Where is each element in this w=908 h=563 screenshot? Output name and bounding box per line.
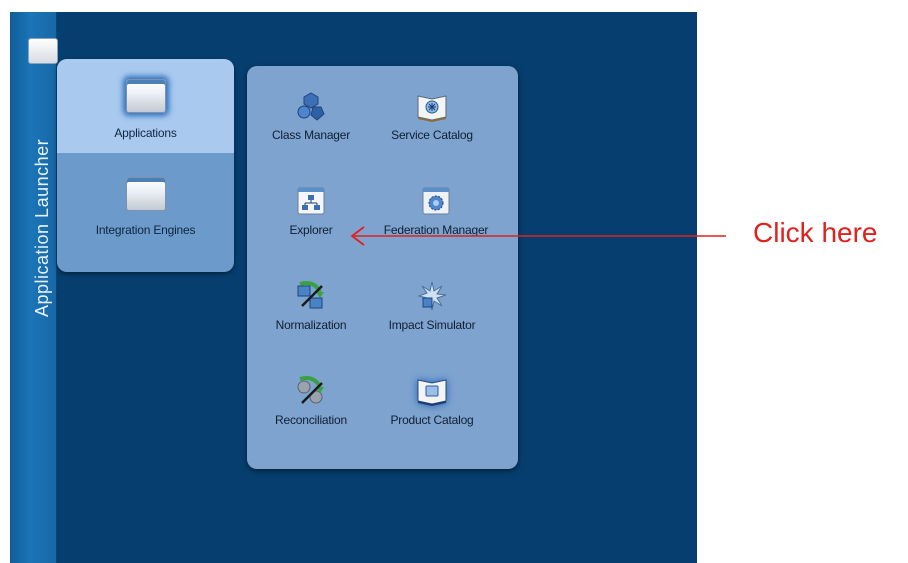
launcher-window-icon[interactable]	[28, 38, 58, 64]
federation-manager-icon	[422, 187, 450, 215]
app-class-manager[interactable]: Class Manager	[256, 90, 366, 142]
category-panel: Applications Integration Engines	[57, 59, 234, 272]
category-label: Applications	[114, 126, 177, 140]
app-label: Product Catalog	[390, 413, 474, 427]
category-label: Integration Engines	[95, 223, 196, 237]
app-product-catalog[interactable]: Product Catalog	[372, 375, 492, 427]
app-impact-simulator[interactable]: Impact Simulator	[372, 280, 492, 332]
reconciliation-icon	[297, 376, 324, 404]
app-service-catalog[interactable]: Service Catalog	[372, 90, 492, 142]
category-integration-engines[interactable]: Integration Engines	[57, 159, 234, 259]
product-catalog-icon	[417, 379, 447, 406]
app-label: Service Catalog	[391, 128, 473, 142]
app-label: Reconciliation	[275, 413, 347, 427]
app-normalization[interactable]: Normalization	[256, 280, 366, 332]
app-label: Normalization	[275, 318, 347, 332]
impact-simulator-icon	[417, 281, 447, 311]
annotation-arrow	[350, 226, 726, 246]
click-here-annotation: Click here	[753, 217, 878, 248]
normalization-icon	[297, 281, 324, 309]
class-manager-icon	[297, 92, 325, 121]
app-label: Impact Simulator	[388, 318, 476, 332]
applications-panel: Class Manager Service Catalog Explorer F…	[247, 66, 518, 469]
application-launcher-strip[interactable]: Application Launcher	[10, 12, 58, 563]
app-reconciliation[interactable]: Reconciliation	[256, 375, 366, 427]
explorer-icon	[297, 187, 325, 215]
app-label: Class Manager	[271, 128, 351, 142]
category-applications[interactable]: Applications	[57, 59, 234, 153]
window-icon	[125, 177, 166, 211]
window-icon	[125, 79, 166, 113]
launcher-title: Application Launcher	[32, 138, 52, 317]
service-catalog-icon	[417, 95, 447, 122]
